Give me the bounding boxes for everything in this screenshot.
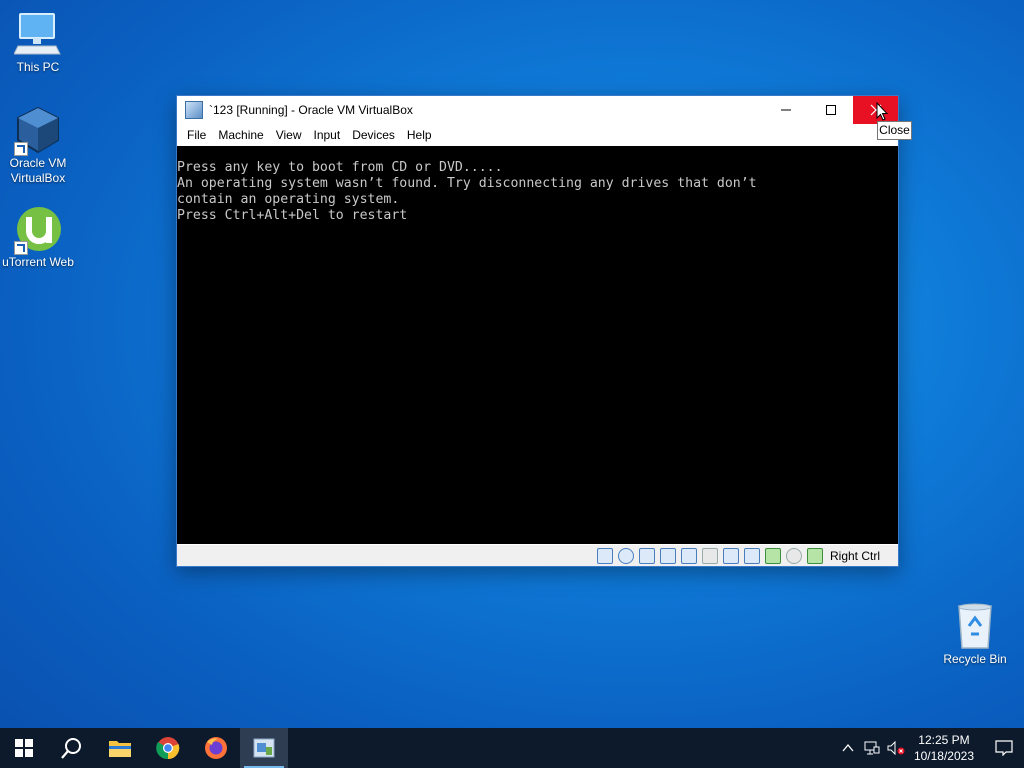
desktop-icon-label: uTorrent Web — [2, 255, 74, 269]
vm-display[interactable]: Press any key to boot from CD or DVD....… — [177, 146, 898, 544]
menu-input[interactable]: Input — [308, 128, 347, 142]
mouse-integration-icon[interactable] — [785, 547, 802, 564]
utorrent-icon — [14, 205, 62, 255]
menu-devices[interactable]: Devices — [346, 128, 401, 142]
desktop-icon-label: Recycle Bin — [943, 652, 1007, 666]
volume-muted-icon — [887, 741, 905, 755]
system-tray: 12:25 PM 10/18/2023 — [836, 728, 1024, 768]
menu-bar: File Machine View Input Devices Help — [177, 124, 898, 146]
taskbar-file-explorer[interactable] — [96, 728, 144, 768]
keyboard-capture-icon[interactable] — [806, 547, 823, 564]
recycle-bin-icon — [951, 602, 999, 650]
taskbar-firefox[interactable] — [192, 728, 240, 768]
host-key-label[interactable]: Right Ctrl — [830, 549, 880, 563]
console-line: Press any key to boot from CD or DVD....… — [177, 160, 503, 175]
menu-help[interactable]: Help — [401, 128, 438, 142]
file-explorer-icon — [109, 741, 131, 757]
close-tooltip: Close — [877, 121, 912, 140]
maximize-button[interactable] — [808, 96, 853, 124]
status-bar: Right Ctrl — [177, 545, 898, 566]
menu-file[interactable]: File — [181, 128, 212, 142]
virtualbox-vm-window[interactable]: `123 [Running] - Oracle VM VirtualBox Fi… — [176, 95, 899, 567]
search-icon — [61, 738, 81, 759]
mouse-cursor-icon — [876, 101, 889, 122]
menu-view[interactable]: View — [270, 128, 308, 142]
desktop-icon-recycle-bin[interactable]: Recycle Bin — [937, 602, 1013, 667]
desktop-icon-utorrent[interactable]: uTorrent Web — [0, 205, 76, 270]
volume-tray-button[interactable] — [884, 728, 908, 768]
clock-date: 10/18/2023 — [913, 749, 974, 763]
window-title: `123 [Running] - Oracle VM VirtualBox — [209, 103, 413, 117]
clock[interactable]: 12:25 PM 10/18/2023 — [914, 732, 974, 764]
taskbar-chrome[interactable] — [144, 728, 192, 768]
network-icon — [864, 741, 880, 755]
search-button[interactable] — [48, 728, 96, 768]
start-icon — [15, 739, 33, 757]
console-line: Press Ctrl+Alt+Del to restart — [177, 208, 408, 223]
desktop-icon-virtualbox[interactable]: Oracle VM VirtualBox — [0, 106, 76, 186]
console-line: contain an operating system. — [177, 192, 400, 207]
console-output: Press any key to boot from CD or DVD....… — [177, 146, 898, 224]
clock-time: 12:25 PM — [918, 733, 970, 747]
usb-icon[interactable] — [680, 547, 697, 564]
notification-icon — [995, 740, 1013, 756]
shortcut-arrow-icon — [14, 241, 28, 255]
show-hidden-icons-button[interactable] — [836, 728, 860, 768]
video-capture-icon[interactable] — [743, 547, 760, 564]
firefox-icon — [205, 737, 227, 759]
shortcut-arrow-icon — [14, 142, 28, 156]
audio-icon[interactable] — [638, 547, 655, 564]
maximize-icon — [825, 105, 836, 115]
desktop-icon-label: Oracle VM VirtualBox — [9, 156, 67, 185]
chrome-icon — [156, 737, 180, 760]
minimize-icon — [780, 109, 791, 111]
title-bar[interactable]: `123 [Running] - Oracle VM VirtualBox — [177, 96, 898, 124]
notification-center-button[interactable] — [984, 728, 1024, 768]
taskbar: 12:25 PM 10/18/2023 — [0, 728, 1024, 768]
hard-disk-icon[interactable] — [596, 547, 613, 564]
desktop-icon-this-pc[interactable]: This PC — [0, 10, 76, 75]
computer-icon — [13, 10, 62, 58]
desktop-icon-label: This PC — [16, 60, 60, 74]
network-tray-button[interactable] — [860, 728, 884, 768]
display-icon[interactable] — [722, 547, 739, 564]
menu-machine[interactable]: Machine — [212, 128, 269, 142]
network-icon[interactable] — [659, 547, 676, 564]
virtualbox-icon — [253, 738, 275, 758]
taskbar-virtualbox-vm[interactable] — [240, 728, 288, 768]
cpu-icon[interactable] — [764, 547, 781, 564]
chevron-up-icon — [842, 744, 854, 752]
shared-folders-icon[interactable] — [701, 547, 718, 564]
virtualbox-icon — [14, 106, 62, 156]
optical-drive-icon[interactable] — [617, 547, 634, 564]
virtualbox-app-icon — [185, 101, 203, 119]
start-button[interactable] — [0, 728, 48, 768]
minimize-button[interactable] — [763, 96, 808, 124]
console-line: An operating system wasn’t found. Try di… — [177, 176, 757, 191]
